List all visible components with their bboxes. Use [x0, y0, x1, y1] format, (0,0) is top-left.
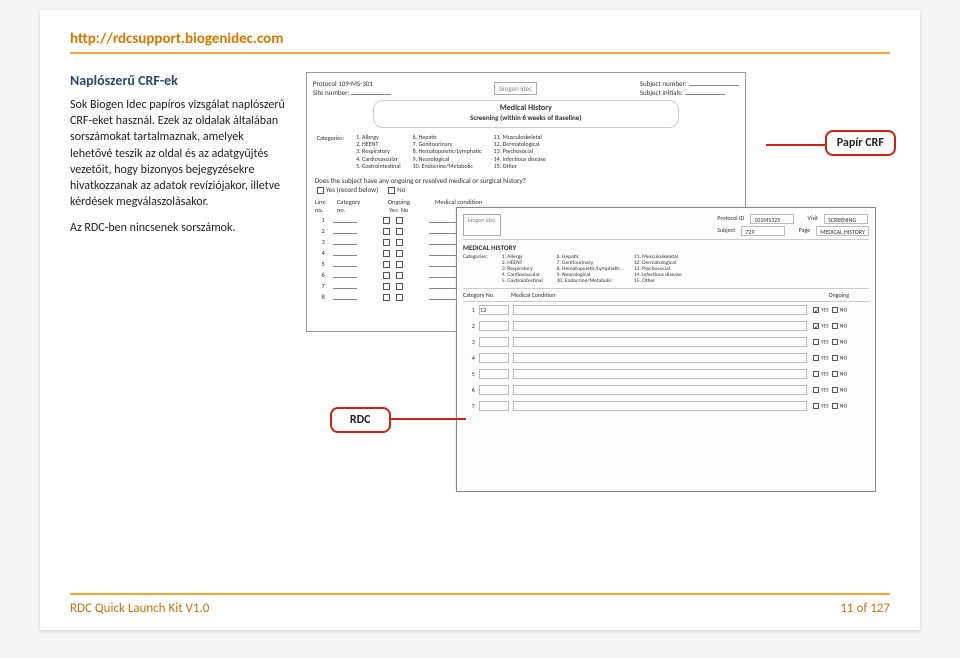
rdc-cat-b: 6. Hepatic7. Genitourinary8. Hematopoiet…: [557, 254, 620, 284]
list-item: 15. Other: [634, 278, 682, 284]
paragraph-1: Sok Biogen Idec papíros vizsgálat naplós…: [70, 97, 288, 210]
cat-col-b: 6. Hepatic7. Genitourinary8. Hematopoiet…: [413, 134, 482, 170]
cat-col-c: 11. Musculoskeletal12. Dermatological13.…: [494, 134, 546, 170]
col-line: Line no.: [315, 198, 329, 214]
visit-label: Visit: [808, 214, 819, 224]
document-page: http://rdcsupport.biogenidec.com Naplósz…: [40, 10, 920, 630]
list-item: 15. Other: [494, 163, 546, 170]
site-label: Site number:: [313, 88, 350, 97]
yes-label: Yes (record below): [326, 185, 378, 194]
table-row: 3YES NO: [463, 337, 869, 347]
right-column: Protocol 109-MS-301 Site number: biogen …: [306, 72, 890, 492]
footer-page: 11 of 127: [840, 601, 890, 616]
rdc-section-title: MEDICAL HISTORY: [463, 243, 869, 252]
ongoing-label: Ongoing: [388, 198, 410, 206]
page-footer: RDC Quick Launch Kit V1.0 11 of 127: [70, 593, 890, 616]
table-row: 112YES NO: [463, 305, 869, 315]
history-question: Does the subject have any ongoing or res…: [315, 176, 526, 185]
callout-connector: [386, 418, 466, 420]
table-row: 5YES NO: [463, 369, 869, 379]
list-item: 5. Gastrointestinal: [502, 278, 543, 284]
rdc-col-cat: Category No.: [463, 291, 511, 299]
biogen-logo: biogen idec: [494, 82, 537, 95]
proto-value: 101MS325: [750, 214, 794, 224]
header-rule: [70, 52, 890, 54]
paper-title: Medical History: [394, 103, 658, 113]
content-area: Naplószerű CRF-ek Sok Biogen Idec papíro…: [70, 72, 890, 492]
list-item: 10. Endocrine/Metabolic: [413, 163, 482, 170]
table-row: 4YES NO: [463, 353, 869, 363]
subject-label: Subject: [717, 226, 735, 236]
visit-value: SCREENING: [824, 214, 868, 224]
rdc-col-cond: Medical Condition: [511, 291, 809, 299]
page-label: Page: [799, 226, 811, 236]
paragraph-2: Az RDC-ben nincsenek sorszámok.: [70, 220, 288, 236]
no-label: No: [397, 185, 405, 194]
left-column: Naplószerű CRF-ek Sok Biogen Idec papíro…: [70, 72, 288, 492]
rdc-rows: 112YES NO 2YES NO 3YES NO 4YES NO 5YES NO 6YE…: [463, 305, 869, 411]
paper-subtitle: Screening (within 6 weeks of Baseline): [394, 113, 658, 122]
page-value: MEDICAL HISTORY: [816, 226, 869, 236]
proto-label: Protocol ID: [717, 214, 744, 224]
section-title: Naplószerű CRF-ek: [70, 72, 288, 89]
list-item: 10. Endocrine/Metabolic: [557, 278, 620, 284]
biogen-logo: biogen idec: [463, 214, 501, 236]
callout-rdc: RDC: [330, 407, 391, 433]
subject-value: 729: [741, 226, 785, 236]
table-row: 6YES NO: [463, 385, 869, 395]
rdc-col-ongoing: Ongoing: [809, 291, 869, 299]
subject-number-label: Subject number:: [640, 79, 687, 88]
categories-label: Categories:: [463, 254, 488, 284]
crf-illustration: Protocol 109-MS-301 Site number: biogen …: [306, 72, 866, 492]
cat-col-a: 1. Allergy2. HEENT3. Respiratory4. Cardi…: [356, 134, 400, 170]
table-row: 2YES NO: [463, 321, 869, 331]
rdc-crf-mock: biogen idec Protocol ID 101MS325 Visit SCR…: [456, 207, 876, 492]
header-url: http://rdcsupport.biogenidec.com: [70, 30, 890, 48]
callout-papir-crf: Papír CRF: [825, 130, 896, 156]
footer-title: RDC Quick Launch Kit V1.0: [70, 601, 209, 616]
categories-label: Categories:: [317, 134, 344, 170]
table-row: 7YES NO: [463, 401, 869, 411]
subject-initials-label: Subject initials:: [640, 88, 683, 97]
callout-connector: [766, 144, 826, 146]
col-cat: Category no.: [337, 198, 363, 214]
rdc-cat-a: 1. Allergy2. HEENT3. Respiratory4. Cardi…: [502, 254, 543, 284]
protocol-label: Protocol 109-MS-301: [313, 79, 373, 88]
rdc-cat-c: 11. Musculoskeletal12. Dermatological13.…: [634, 254, 682, 284]
list-item: 5. Gastrointestinal: [356, 163, 400, 170]
